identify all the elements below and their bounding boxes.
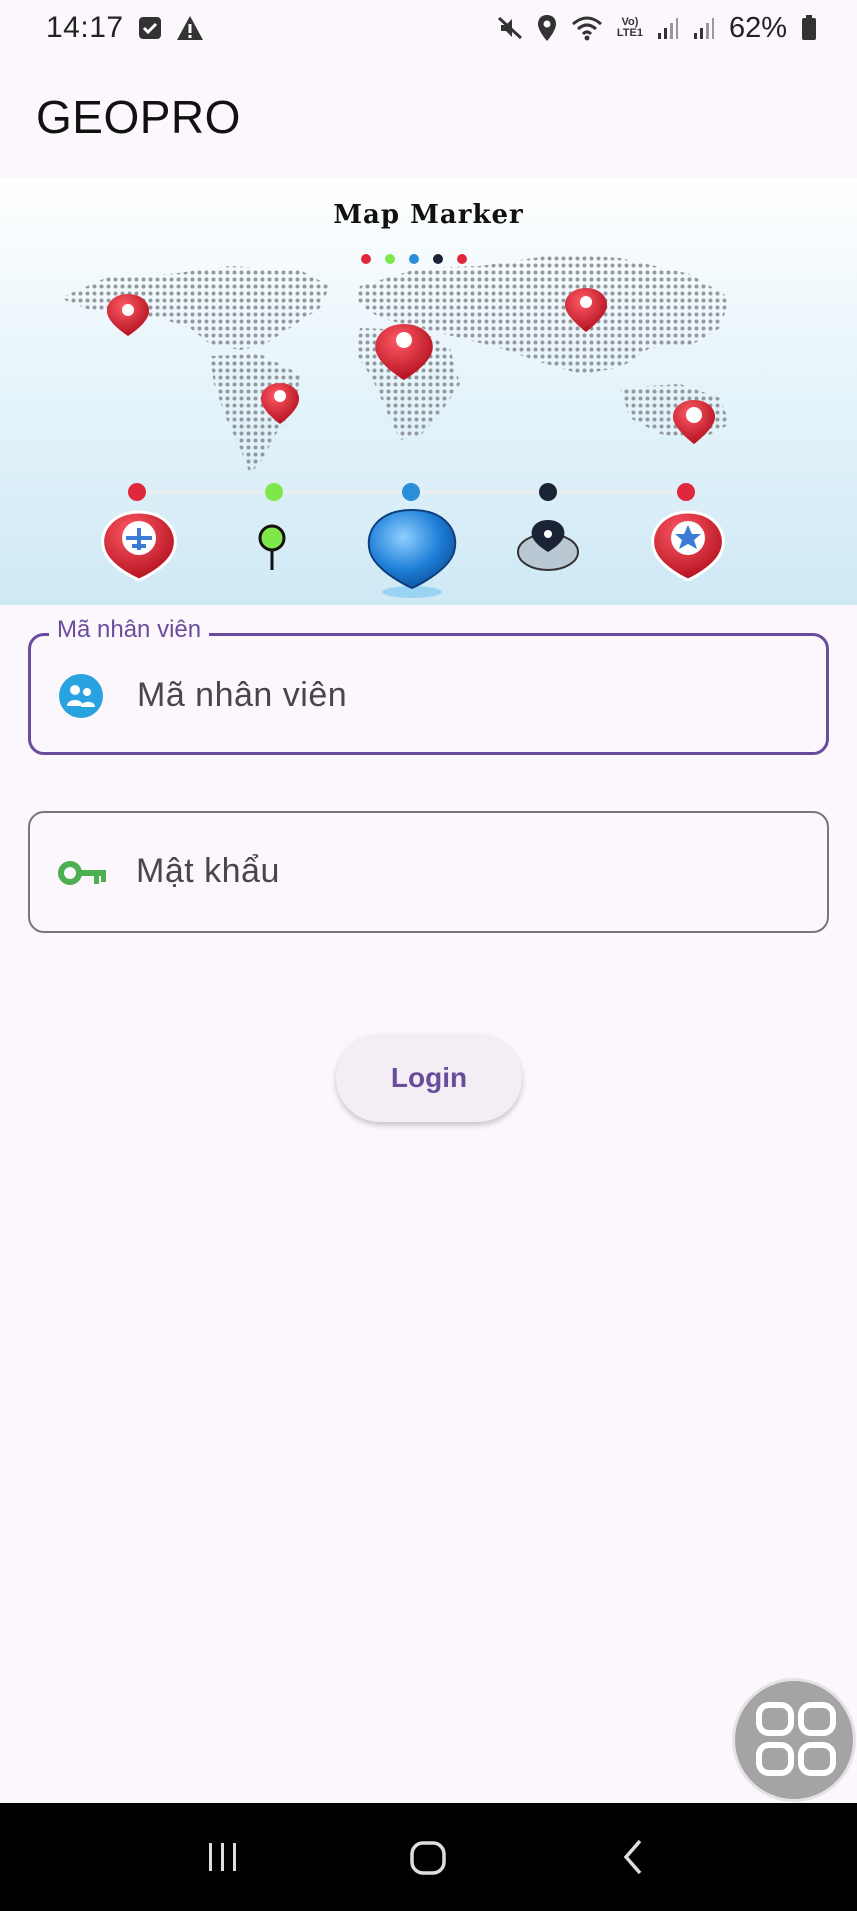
status-left: 14:17: [46, 11, 204, 45]
login-button[interactable]: Login: [336, 1034, 522, 1122]
assistive-menu-button[interactable]: [732, 1678, 856, 1802]
app-bar: GEOPRO: [0, 80, 857, 152]
dark-pin-marker: [517, 520, 579, 571]
status-bar: 14:17 Vo) LTE1 62%: [0, 0, 857, 56]
warning-icon: [176, 15, 204, 41]
checkbox-notification-icon: [138, 16, 162, 40]
marker-timeline: [128, 483, 695, 501]
red-plane-marker: [101, 510, 177, 582]
login-screen: 14:17 Vo) LTE1 62% GEOPRO Map Marker Mã …: [0, 0, 857, 1911]
battery-icon: [801, 15, 817, 41]
back-icon[interactable]: [604, 1827, 664, 1887]
title-dots: [361, 254, 467, 264]
employee-id-field[interactable]: Mã nhân viên Mã nhân viên: [28, 616, 829, 755]
people-icon: [59, 674, 103, 718]
mute-icon: [497, 15, 523, 41]
banner-title: Map Marker: [333, 200, 524, 230]
green-pin-marker: [258, 524, 286, 570]
location-icon: [537, 14, 557, 42]
blue-drop-marker: [367, 508, 457, 598]
map-pin-5: [672, 400, 716, 444]
app-title: GEOPRO: [36, 91, 241, 143]
password-field[interactable]: Mật khẩu: [28, 811, 829, 933]
red-star-marker: [651, 510, 725, 582]
signal-icon: [657, 16, 679, 40]
home-icon[interactable]: [398, 1827, 458, 1887]
map-pin-1: [106, 294, 150, 336]
banner-illustration: [60, 254, 730, 598]
system-navigation-bar: [0, 1803, 857, 1911]
signal-icon: [693, 16, 715, 40]
wifi-icon: [571, 15, 603, 41]
battery-percent: 62%: [728, 11, 787, 44]
map-marker-banner: Map Marker: [0, 178, 857, 605]
employee-id-input[interactable]: Mã nhân viên: [137, 676, 347, 715]
key-icon: [58, 851, 106, 895]
recent-apps-icon[interactable]: [193, 1827, 253, 1887]
status-right: Vo) LTE1 62%: [497, 12, 817, 45]
password-input[interactable]: Mật khẩu: [136, 852, 280, 891]
status-time: 14:17: [46, 11, 124, 44]
volte-icon: Vo) LTE1: [617, 17, 643, 39]
grid-icon: [756, 1702, 836, 1776]
employee-id-floating-label: Mã nhân viên: [49, 616, 210, 644]
network-label-bottom: LTE1: [616, 27, 643, 39]
